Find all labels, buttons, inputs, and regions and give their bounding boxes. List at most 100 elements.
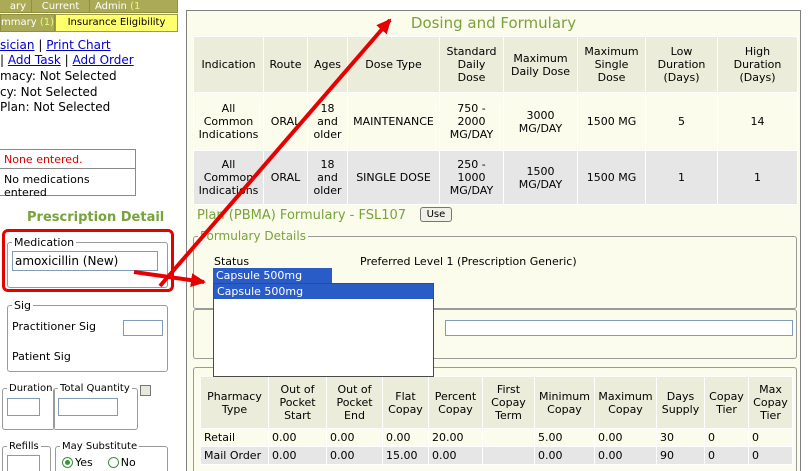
copay-cell: 90 <box>657 447 705 465</box>
dosing-row: All Common Indications ORAL 18 and older… <box>194 93 798 151</box>
patient-sig-label: Patient Sig <box>12 350 71 363</box>
physician-link[interactable]: sician <box>0 38 34 52</box>
dose-list-item[interactable]: Capsule 500mg <box>214 284 433 299</box>
add-order-link[interactable]: Add Order <box>73 53 134 67</box>
summary-count: (1) <box>40 17 54 28</box>
substitute-no-radio[interactable] <box>108 457 119 468</box>
may-substitute-legend: May Substitute <box>60 441 139 452</box>
medication-input[interactable] <box>12 251 158 271</box>
duration-input[interactable] <box>7 398 40 416</box>
dosing-cell: ORAL <box>264 93 308 151</box>
dosing-cell: 3000 MG/DAY <box>504 93 578 151</box>
tab-fragment[interactable]: ary <box>0 0 32 12</box>
link-separator: | <box>38 38 42 52</box>
copay-cell <box>483 429 535 447</box>
copay-cell: 0.00 <box>327 447 383 465</box>
copay-details-fieldset: Pharmacy Type Out of Pocket Start Out of… <box>193 367 797 471</box>
admin-count: (1 <box>130 1 140 12</box>
prescription-detail-title: Prescription Detail <box>27 210 164 225</box>
copay-cell: 0.00 <box>269 447 327 465</box>
copay-cell: 0 <box>749 429 793 447</box>
copay-cell: 0 <box>705 429 749 447</box>
copay-cell: 0 <box>705 447 749 465</box>
dosing-header-row: Indication Route Ages Dose Type Standard… <box>194 37 798 93</box>
copay-cell: 5.00 <box>535 429 595 447</box>
tab-current[interactable]: Current <box>32 0 90 12</box>
refills-input[interactable] <box>7 455 40 471</box>
plan-formulary-title: Plan (PBMA) Formulary - FSL107 <box>197 208 406 223</box>
dosing-header: Dose Type <box>348 37 440 93</box>
copay-table: Pharmacy Type Out of Pocket Start Out of… <box>200 376 793 465</box>
practitioner-sig-input[interactable] <box>123 320 163 336</box>
dosing-header: Maximum Daily Dose <box>504 37 578 93</box>
substitute-yes-label: Yes <box>75 456 93 469</box>
plan-formulary-row: Plan (PBMA) Formulary - FSL107 Use <box>197 207 452 223</box>
dosing-cell: All Common Indications <box>194 93 264 151</box>
medication-fieldset: Medication <box>7 236 168 288</box>
dosing-header: Ages <box>308 37 348 93</box>
dosing-header: High Duration (Days) <box>718 37 798 93</box>
dosing-cell: SINGLE DOSE <box>348 151 440 205</box>
status-label: Status <box>214 255 249 268</box>
duration-fieldset: Duration <box>2 383 55 430</box>
may-substitute-fieldset: May Substitute Yes No <box>55 441 168 471</box>
copay-cell: 15.00 <box>383 447 429 465</box>
substitute-no-label: No <box>121 456 136 469</box>
dosing-cell: 18 and older <box>308 151 348 205</box>
refills-fieldset: Refills <box>2 441 51 471</box>
dosing-cell: 5 <box>646 93 718 151</box>
status-value: Preferred Level 1 (Prescription Generic) <box>360 255 577 268</box>
dosing-cell: 1500 MG <box>578 151 646 205</box>
copay-header: Percent Copay <box>429 377 483 429</box>
add-task-link[interactable]: Add Task <box>8 53 61 67</box>
calculator-icon[interactable] <box>140 385 151 396</box>
pharmacy-status-line: macy: Not Selected <box>0 69 117 83</box>
print-chart-link[interactable]: Print Chart <box>46 38 110 52</box>
total-quantity-input[interactable] <box>58 398 118 416</box>
dosing-header: Route <box>264 37 308 93</box>
dosing-header: Low Duration (Days) <box>646 37 718 93</box>
dosing-cell: ORAL <box>264 151 308 205</box>
use-button[interactable]: Use <box>420 207 453 222</box>
no-medications-text: No medications entered <box>0 169 135 203</box>
dosing-cell: 250 - 1000 MG/DAY <box>440 151 504 205</box>
copay-header: Copay Tier <box>705 377 749 429</box>
tab-summary[interactable]: mmary (1) <box>0 14 55 32</box>
copay-header: Days Supply <box>657 377 705 429</box>
copay-row: Retail 0.00 0.00 0.00 20.00 5.00 0.00 30… <box>201 429 793 447</box>
sig-fieldset: Sig Practitioner Sig Patient Sig <box>7 299 168 372</box>
copay-header: Out of Pocket End <box>327 377 383 429</box>
dosing-cell: 1 <box>718 151 798 205</box>
copay-header: Pharmacy Type <box>201 377 269 429</box>
tab-insurance-eligibility[interactable]: Insurance Eligibility <box>55 14 178 32</box>
dosing-cell: 18 and older <box>308 93 348 151</box>
medication-alert-box: None entered. No medications entered <box>0 149 136 196</box>
dosing-cell: 1500 MG/DAY <box>504 151 578 205</box>
tab-admin[interactable]: Admin (1 <box>90 0 178 12</box>
copay-cell: 0.00 <box>327 429 383 447</box>
copay-cell: 0.00 <box>269 429 327 447</box>
copay-row: Mail Order 0.00 0.00 15.00 0.00 0.00 0.0… <box>201 447 793 465</box>
practitioner-sig-label: Practitioner Sig <box>12 320 96 333</box>
dosing-cell: 14 <box>718 93 798 151</box>
copay-cell: Mail Order <box>201 447 269 465</box>
app-root: ary Current Admin (1 mmary (1) Insurance… <box>0 0 808 471</box>
copay-cell: 0.00 <box>535 447 595 465</box>
top-tab-strip: ary Current Admin (1 <box>0 0 178 13</box>
dosing-header: Maximum Single Dose <box>578 37 646 93</box>
substitute-yes-radio[interactable] <box>62 457 73 468</box>
copay-cell: 0.00 <box>595 429 657 447</box>
formulary-message-input[interactable] <box>445 320 793 336</box>
chart-links-row1: sician | Print Chart <box>0 38 111 52</box>
dosing-header: Indication <box>194 37 264 93</box>
dose-listbox: Capsule 500mg <box>213 283 434 377</box>
copay-cell: 0.00 <box>595 447 657 465</box>
duration-legend: Duration <box>7 383 54 394</box>
dose-combo-selected[interactable]: Capsule 500mg <box>213 268 332 283</box>
copay-header: Max Copay Tier <box>749 377 793 429</box>
total-quantity-legend: Total Quantity <box>58 383 132 394</box>
dosing-cell: MAINTENANCE <box>348 93 440 151</box>
sig-legend: Sig <box>12 299 33 312</box>
panel-title: Dosing and Formulary <box>187 11 800 32</box>
copay-cell: Retail <box>201 429 269 447</box>
